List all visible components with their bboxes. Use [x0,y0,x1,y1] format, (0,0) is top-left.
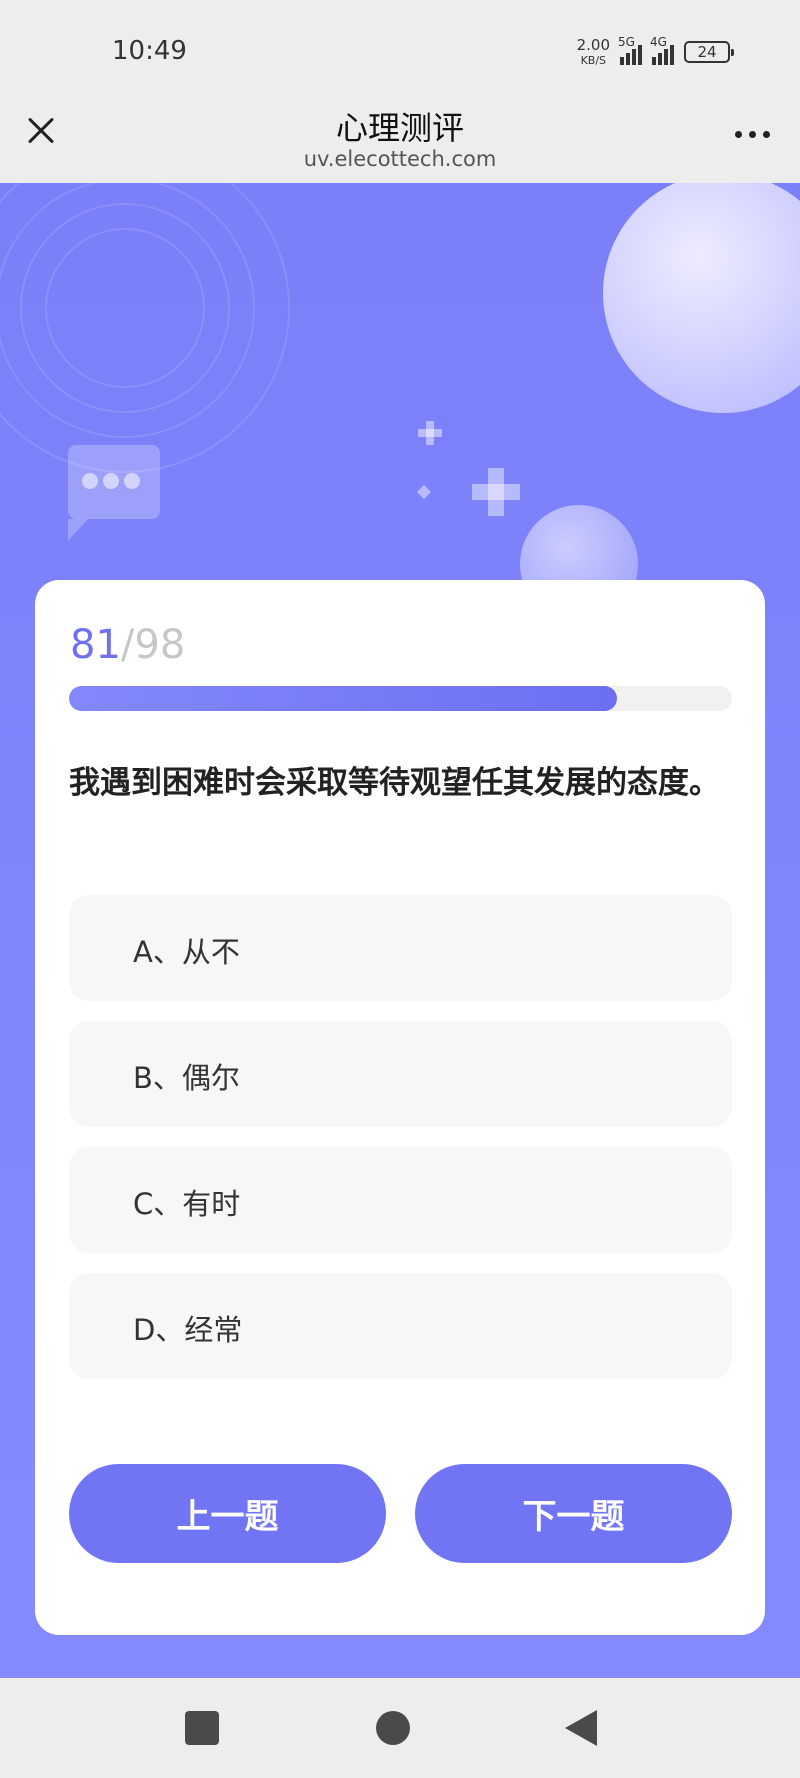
status-icons: 2.00 KB/S 5G 4G 24 [576,35,734,68]
page-title: 心理测评 [335,109,464,147]
option-a[interactable]: A、从不 [69,895,732,1001]
option-b-label: B、偶尔 [133,1061,240,1095]
progress-current: 81 [70,622,121,668]
network-speed-value: 2.00 [576,36,610,54]
system-nav-bar [0,1678,800,1778]
question-text: 我遇到困难时会采取等待观望任其发展的态度。 [69,765,720,801]
status-time: 10:49 [112,36,187,66]
progress-counter: 81/98 [70,622,185,668]
back-icon[interactable] [565,1710,597,1746]
decor-plus-icon [472,484,520,500]
question-card: 81/98 我遇到困难时会采取等待观望任其发展的态度。 A、从不 B、偶尔 C、… [35,580,765,1635]
more-icon[interactable] [735,131,770,138]
decor-bubble-large [603,183,800,413]
page-url: uv.elecottech.com [303,147,497,171]
signal-5g-label: 5G [618,35,635,49]
title-bar: 心理测评 uv.elecottech.com [0,95,800,183]
status-bar: 10:49 2.00 KB/S 5G 4G 24 [0,0,800,95]
recent-apps-icon[interactable] [185,1711,219,1745]
progress-total: /98 [120,622,186,668]
option-d-label: D、经常 [133,1313,243,1347]
option-d[interactable]: D、经常 [69,1273,732,1379]
battery-icon: 24 [684,41,734,63]
chat-bubble-icon [68,445,160,541]
signal-4g-label: 4G [650,35,667,49]
decor-plus-icon [418,429,442,437]
decor-diamond-icon [416,484,432,500]
next-question-button[interactable]: 下一题 [415,1464,732,1563]
battery-level: 24 [697,43,717,61]
network-speed: 2.00 KB/S [576,36,610,67]
home-icon[interactable] [376,1711,410,1745]
signal-5g-icon: 5G [618,35,642,65]
prev-question-button[interactable]: 上一题 [69,1464,386,1563]
option-c-label: C、有时 [133,1187,241,1221]
progress-bar-fill [69,686,618,711]
option-c[interactable]: C、有时 [69,1147,732,1253]
option-b[interactable]: B、偶尔 [69,1021,732,1127]
network-speed-unit: KB/S [580,54,607,67]
decor-ring [0,183,290,473]
signal-4g-icon: 4G [650,35,674,65]
progress-bar [69,686,732,711]
option-a-label: A、从不 [133,935,240,969]
